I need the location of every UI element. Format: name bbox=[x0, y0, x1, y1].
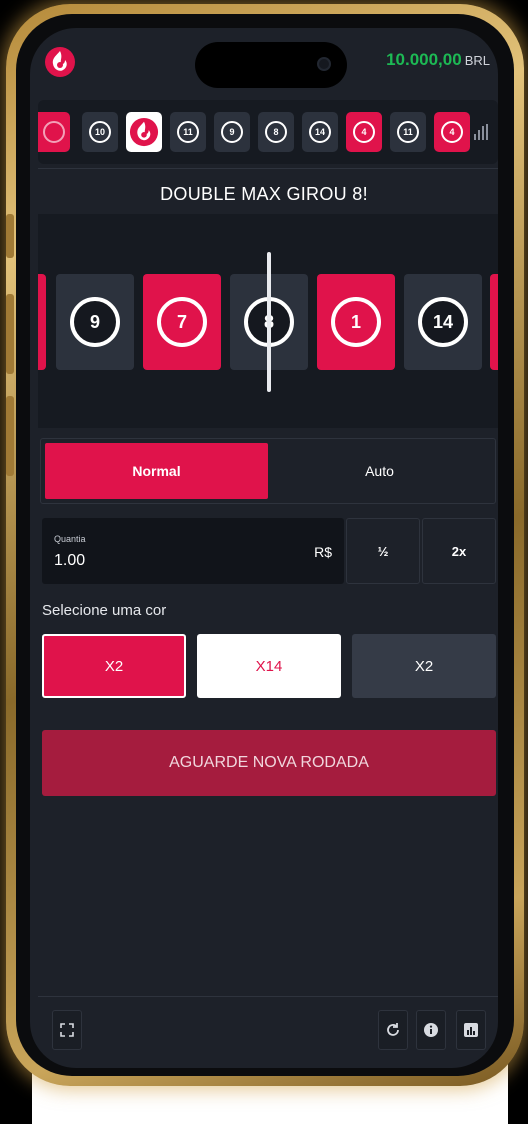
info-icon bbox=[424, 1023, 438, 1037]
roulette-tile: 14 bbox=[404, 274, 482, 370]
color-black-button[interactable]: X2 bbox=[352, 634, 496, 698]
history-item-white bbox=[126, 112, 162, 152]
roulette-tile: 7 bbox=[143, 274, 221, 370]
refresh-button[interactable] bbox=[378, 1010, 408, 1050]
history-ring: 10 bbox=[89, 121, 111, 143]
dynamic-island bbox=[195, 42, 347, 88]
history-ring: 8 bbox=[265, 121, 287, 143]
results-history: 10 11 9 8 14 4 11 4 bbox=[38, 100, 498, 164]
phone-volume-up bbox=[6, 294, 14, 374]
fullscreen-button[interactable] bbox=[52, 1010, 82, 1050]
flame-logo-icon bbox=[129, 117, 159, 147]
color-red-button[interactable]: X2 bbox=[42, 634, 186, 698]
roulette-tile-edge bbox=[38, 274, 46, 370]
history-item bbox=[38, 112, 70, 152]
stats-button[interactable] bbox=[456, 1010, 486, 1050]
history-item: 4 bbox=[346, 112, 382, 152]
history-item: 4 bbox=[434, 112, 470, 152]
chart-icon bbox=[464, 1023, 478, 1037]
double-bet-button[interactable]: 2x bbox=[422, 518, 496, 584]
tile-number: 14 bbox=[418, 297, 468, 347]
tile-number: 1 bbox=[331, 297, 381, 347]
bet-amount-field[interactable]: Quantia 1.00 R$ bbox=[42, 518, 344, 584]
history-item: 11 bbox=[170, 112, 206, 152]
history-ring: 9 bbox=[221, 121, 243, 143]
camera-icon bbox=[317, 57, 331, 71]
footer-divider bbox=[38, 996, 498, 997]
tab-auto[interactable]: Auto bbox=[268, 443, 491, 499]
half-bet-button[interactable]: ½ bbox=[346, 518, 420, 584]
phone-side-button bbox=[6, 214, 14, 258]
history-ring: 11 bbox=[177, 121, 199, 143]
history-ring: 11 bbox=[397, 121, 419, 143]
flame-logo-icon[interactable] bbox=[44, 46, 76, 78]
game-screen: 10.000,00 BRL 10 11 9 8 14 4 11 4 DOUBLE… bbox=[30, 28, 498, 1068]
bet-currency: R$ bbox=[314, 544, 332, 560]
wait-round-button[interactable]: AGUARDE NOVA RODADA bbox=[42, 730, 496, 796]
balance-amount: 10.000,00 bbox=[386, 50, 462, 69]
history-item: 8 bbox=[258, 112, 294, 152]
color-select-label: Selecione uma cor bbox=[42, 602, 167, 619]
mode-selector: Normal Auto bbox=[40, 438, 496, 504]
app-stage: 10.000,00 BRL 10 11 9 8 14 4 11 4 DOUBLE… bbox=[0, 0, 528, 1124]
history-item: 9 bbox=[214, 112, 250, 152]
history-item: 14 bbox=[302, 112, 338, 152]
tab-normal[interactable]: Normal bbox=[45, 443, 268, 499]
history-ring bbox=[43, 121, 65, 143]
bar-chart-icon[interactable] bbox=[474, 124, 492, 140]
roulette-strip: 9 7 8 1 14 bbox=[38, 214, 498, 428]
roulette-tile: 9 bbox=[56, 274, 134, 370]
roulette-pointer bbox=[267, 252, 271, 392]
tile-number: 7 bbox=[157, 297, 207, 347]
history-ring: 4 bbox=[353, 121, 375, 143]
round-status: DOUBLE MAX GIROU 8! bbox=[160, 184, 368, 204]
balance-currency: BRL bbox=[464, 53, 490, 68]
history-item: 11 bbox=[390, 112, 426, 152]
color-white-button[interactable]: X14 bbox=[197, 634, 341, 698]
divider bbox=[38, 168, 498, 169]
phone-volume-down bbox=[6, 396, 14, 476]
roulette-tile: 1 bbox=[317, 274, 395, 370]
history-ring: 14 bbox=[309, 121, 331, 143]
history-ring: 4 bbox=[441, 121, 463, 143]
history-item: 10 bbox=[82, 112, 118, 152]
tile-number: 9 bbox=[70, 297, 120, 347]
bet-amount-value[interactable]: 1.00 bbox=[54, 552, 85, 570]
balance-display: 10.000,00 BRL bbox=[386, 50, 490, 70]
refresh-icon bbox=[387, 1023, 399, 1036]
info-button[interactable] bbox=[416, 1010, 446, 1050]
roulette-tile-edge bbox=[490, 274, 498, 370]
fullscreen-icon bbox=[60, 1023, 74, 1037]
bet-amount-label: Quantia bbox=[54, 534, 86, 544]
